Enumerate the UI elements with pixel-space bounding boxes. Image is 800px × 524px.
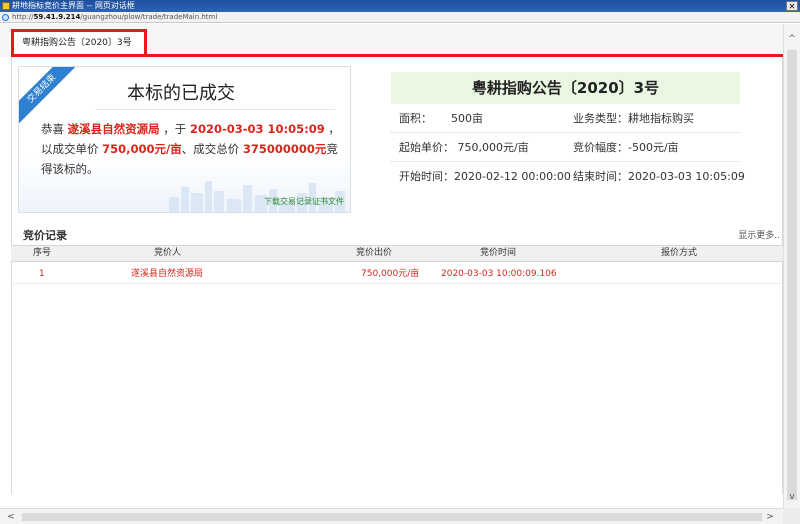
records-header: 序号 竞价人 竞价出价 竞价时间 报价方式 — [11, 245, 783, 262]
row-time: 2020-03-03 10:00:09.106 — [441, 269, 557, 279]
table-row[interactable]: 1 遂溪县自然资源局 750,000元/亩 2020-03-03 10:00:0… — [11, 264, 783, 284]
info-row-price: 起始单价： 750,000元/亩 竞价幅度：-500元/亩 — [391, 133, 740, 162]
browser-icon — [2, 14, 9, 21]
unit-price: 750,000元/亩 — [102, 142, 182, 156]
deal-description: 恭喜 遂溪县自然资源局 ，于 2020-03-03 10:05:09 ，以成交单… — [41, 119, 341, 179]
deal-result-card: 交易结束 本标的已成交 恭喜 遂溪县自然资源局 ，于 2020-03-03 10… — [18, 66, 351, 213]
scroll-left-icon[interactable]: < — [4, 510, 18, 524]
vertical-scrollbar[interactable]: ^ v — [783, 24, 800, 508]
scrollbar-corner — [783, 508, 800, 524]
announcement-info: 粤耕指购公告〔2020〕3号 面积： 500亩 业务类型：耕地指标购买 起始单价… — [391, 72, 745, 191]
info-row-time: 开始时间：2020-02-12 00:00:00 结束时间：2020-03-03… — [391, 162, 745, 191]
announcement-title: 粤耕指购公告〔2020〕3号 — [391, 72, 740, 104]
tab-announcement[interactable]: 粤耕指购公告〔2020〕3号 — [11, 29, 147, 56]
url-prefix: http:// — [12, 13, 34, 21]
col-price: 竞价出价 — [356, 248, 393, 258]
records-title: 竞价记录 — [23, 229, 67, 242]
col-method: 报价方式 — [661, 248, 698, 258]
bid-increment: 竞价幅度：-500元/亩 — [573, 141, 679, 154]
window-title: 耕地指标竞价主界面 -- 网页对话框 — [12, 1, 135, 10]
scroll-thumb-horizontal[interactable] — [22, 513, 762, 521]
start-time: 开始时间：2020-02-12 00:00:00 — [399, 170, 571, 183]
city-skyline-illustration — [169, 181, 345, 212]
window-titlebar: 耕地指标竞价主界面 -- 网页对话框 ✕ — [0, 0, 800, 12]
row-price: 750,000元/亩 — [361, 269, 420, 279]
winner-name: 遂溪县自然资源局 — [67, 122, 160, 136]
tab-strip: 粤耕指购公告〔2020〕3号 — [0, 24, 783, 57]
divider — [95, 109, 335, 110]
url-host: 59.41.9.214 — [33, 13, 81, 21]
area-value: 500亩 — [451, 112, 483, 125]
download-certificate-link[interactable]: 下载交易记录证书文件 — [264, 196, 344, 207]
col-bidder: 竞价人 — [154, 248, 182, 258]
text: 、成交总价 — [181, 142, 243, 156]
row-bidder: 遂溪县自然资源局 — [131, 269, 204, 279]
status-ribbon: 交易结束 — [19, 67, 80, 127]
total-price: 375000000元 — [242, 142, 327, 156]
col-no: 序号 — [33, 248, 52, 258]
scroll-thumb[interactable] — [787, 50, 797, 500]
info-row-area: 面积： 500亩 业务类型：耕地指标购买 — [391, 104, 740, 133]
row-no: 1 — [39, 269, 45, 279]
scroll-right-icon[interactable]: > — [763, 510, 777, 524]
close-icon[interactable]: ✕ — [786, 1, 798, 11]
text: ，于 — [159, 122, 190, 136]
deal-time: 2020-03-03 10:05:09 — [189, 122, 325, 136]
business-type: 业务类型：耕地指标购买 — [573, 112, 694, 125]
address-bar: http://59.41.9.214/guangzhou/plow/trade/… — [0, 12, 800, 23]
scroll-up-icon[interactable]: ^ — [784, 32, 800, 46]
text: 恭喜 — [41, 122, 68, 136]
deal-title: 本标的已成交 — [127, 83, 235, 104]
end-time: 结束时间：2020-03-03 10:05:09 — [573, 170, 745, 183]
horizontal-scrollbar[interactable]: < > — [0, 508, 783, 524]
start-price: 起始单价： 750,000元/亩 — [399, 141, 529, 154]
scroll-down-icon[interactable]: v — [784, 490, 800, 504]
col-time: 竞价时间 — [480, 248, 517, 258]
app-icon — [2, 2, 10, 10]
area-label: 面积： — [399, 112, 432, 125]
url-path: /guangzhou/plow/trade/tradeMain.html — [80, 13, 218, 21]
show-more-link[interactable]: 显示更多.. — [738, 228, 780, 241]
